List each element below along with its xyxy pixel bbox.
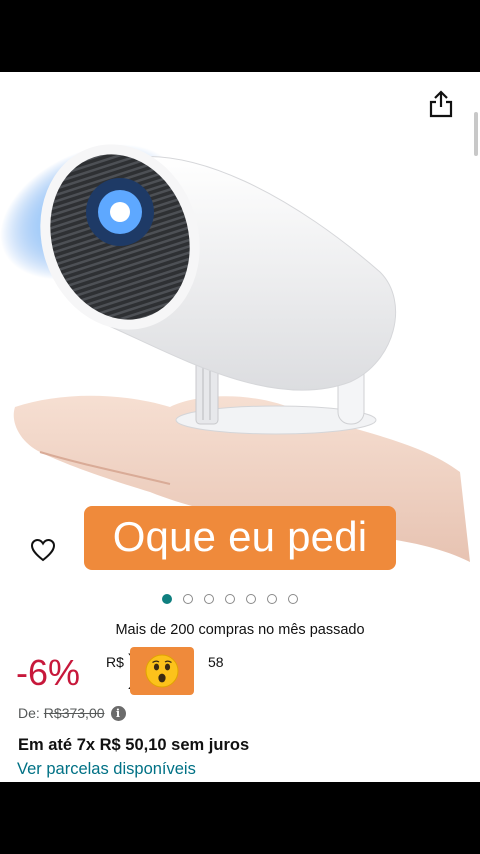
caption-overlay: Oque eu pedi — [84, 506, 396, 570]
carousel-dot[interactable] — [183, 594, 193, 604]
share-icon[interactable] — [428, 90, 454, 118]
product-page: Oque eu pedi Mais de 200 compras no mês … — [0, 72, 480, 782]
heart-outline-icon[interactable] — [30, 538, 56, 562]
info-icon[interactable]: i — [110, 706, 126, 721]
list-price-label: De: — [18, 705, 40, 721]
purchases-info: Mais de 200 compras no mês passado — [115, 622, 365, 638]
list-price: De: R$373,00 i — [18, 705, 126, 721]
carousel-dot[interactable] — [162, 594, 172, 604]
discount-badge: -6% — [16, 652, 81, 693]
installments-text: Em até 7x R$ 50,10 sem juros — [18, 736, 250, 754]
astonished-face-icon — [145, 654, 179, 688]
carousel-dot[interactable] — [204, 594, 214, 604]
price-currency: R$ — [106, 654, 124, 670]
carousel-dot[interactable] — [267, 594, 277, 604]
carousel-dot[interactable] — [246, 594, 256, 604]
emoji-overlay — [130, 647, 194, 695]
carousel-dot[interactable] — [288, 594, 298, 604]
list-price-value: R$373,00 — [43, 705, 105, 721]
price-cents: 58 — [208, 654, 224, 670]
carousel-dot[interactable] — [225, 594, 235, 604]
image-carousel-dots — [162, 594, 298, 604]
see-installments-link[interactable]: Ver parcelas disponíveis — [17, 760, 196, 779]
